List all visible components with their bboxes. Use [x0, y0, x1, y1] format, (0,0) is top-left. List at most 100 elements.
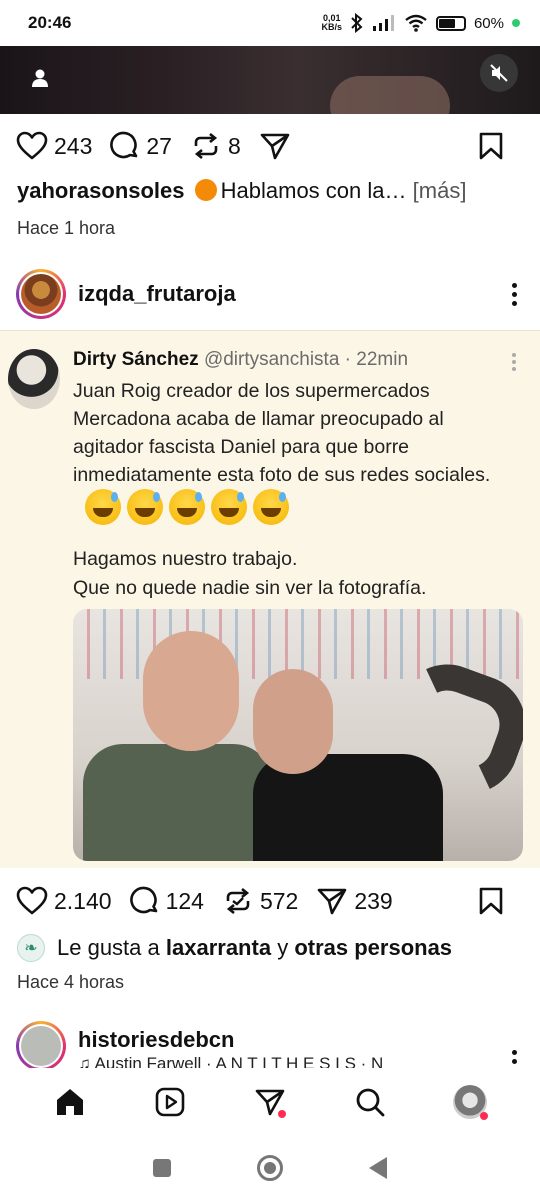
- tweet-line-3: Que no quede nadie sin ver la fotografía…: [73, 577, 427, 599]
- bookmark-icon: [479, 132, 503, 160]
- liked-by-others[interactable]: otras personas: [294, 935, 452, 961]
- nav-messages[interactable]: [248, 1080, 292, 1124]
- avatar[interactable]: [16, 269, 66, 319]
- sweat-smile-emoji: [169, 489, 205, 525]
- tweet-text-secondary: Hagamos nuestro trabajo. Que no quede na…: [73, 545, 513, 603]
- post-timestamp: Hace 4 horas: [17, 972, 125, 992]
- reels-icon: [155, 1087, 185, 1117]
- tweet-text-main: Juan Roig creador de los supermercados M…: [73, 380, 491, 486]
- share-button[interactable]: 239: [316, 886, 393, 916]
- notification-dot: [480, 1112, 488, 1120]
- repost-button[interactable]: 8: [190, 131, 241, 161]
- save-button[interactable]: [478, 886, 504, 916]
- repost-icon: [194, 132, 218, 160]
- nav-profile[interactable]: [448, 1080, 492, 1124]
- more-options-icon[interactable]: [504, 282, 524, 306]
- comment-icon: [129, 886, 157, 914]
- heart-icon: [16, 886, 48, 915]
- post-actions: 2.140 124 572 239: [16, 881, 522, 921]
- comment-count: 124: [165, 887, 204, 914]
- liker-avatar: ❧: [17, 934, 45, 962]
- post-username[interactable]: izqda_frutaroja: [78, 281, 236, 307]
- sweat-smile-emoji: [127, 489, 163, 525]
- bottom-nav: [0, 1068, 540, 1136]
- status-icons: 0,01 KB/s 60%: [321, 13, 520, 33]
- liked-by-user[interactable]: laxarranta: [166, 935, 271, 961]
- post-media-tweet-screenshot[interactable]: Dirty Sánchez @dirtysanchista · 22min Ju…: [0, 330, 540, 868]
- avatar[interactable]: [16, 1021, 66, 1071]
- send-icon: [318, 888, 347, 915]
- tweet-handle: @dirtysanchista · 22min: [203, 349, 409, 370]
- signal-icon: [372, 15, 394, 31]
- nav-home[interactable]: [48, 1080, 92, 1124]
- comment-button[interactable]: 124: [129, 886, 204, 916]
- back-button[interactable]: [369, 1156, 387, 1179]
- tweet-author-name: Dirty Sánchez: [73, 349, 199, 370]
- post-header: izqda_frutaroja: [16, 268, 524, 320]
- sweat-smile-emoji: [211, 489, 247, 525]
- share-button[interactable]: [259, 131, 291, 161]
- search-icon: [356, 1088, 385, 1117]
- battery-icon: [435, 15, 466, 31]
- tweet-more-icon: [512, 353, 516, 371]
- nav-reels[interactable]: [148, 1080, 192, 1124]
- home-icon: [57, 1089, 83, 1115]
- tweet-header: Dirty Sánchez @dirtysanchista · 22min: [73, 349, 408, 371]
- sweat-smile-emoji-row: [85, 489, 289, 525]
- liked-by-line[interactable]: ❧ Le gusta a laxarranta y otras personas: [17, 934, 452, 962]
- music-note-icon: ♫: [78, 1054, 91, 1068]
- status-bar: 20:46 0,01 KB/s 60%: [0, 0, 540, 46]
- like-count: 243: [54, 132, 93, 159]
- post-timestamp: Hace 1 hora: [17, 218, 116, 238]
- wifi-icon: [405, 14, 427, 32]
- sweat-smile-emoji: [85, 489, 121, 525]
- repost-count: 572: [259, 887, 299, 914]
- save-button[interactable]: [478, 131, 504, 161]
- tagged-user-icon[interactable]: [22, 60, 58, 96]
- net-speed: 0,01 KB/s: [321, 14, 342, 32]
- comment-button[interactable]: 27: [110, 131, 172, 161]
- share-count: 239: [354, 887, 393, 914]
- sweat-smile-emoji: [253, 489, 289, 525]
- orange-circle-emoji: [194, 179, 217, 201]
- comment-count: 27: [146, 132, 172, 159]
- post-caption[interactable]: yahorasonsoles Hablamos con la… [más]: [17, 178, 466, 204]
- caption-text: Hablamos con la…: [220, 178, 407, 203]
- caption-more-link[interactable]: [más]: [413, 178, 467, 203]
- tweet-text: Juan Roig creador de los supermercados M…: [73, 377, 513, 525]
- net-speed-unit: KB/s: [321, 22, 342, 32]
- bluetooth-icon: [351, 13, 363, 33]
- post-media-video[interactable]: [0, 46, 540, 114]
- like-button[interactable]: 2.140: [16, 886, 112, 916]
- battery-percent: 60%: [473, 14, 504, 32]
- liked-by-join: y: [277, 935, 289, 960]
- muted-audio-icon[interactable]: [480, 54, 518, 92]
- tweet-line-2: Hagamos nuestro trabajo.: [73, 548, 298, 570]
- post-username[interactable]: historiesdebcn: [78, 1027, 234, 1053]
- liked-by-prefix: Le gusta a: [57, 935, 160, 960]
- status-time: 20:46: [28, 13, 72, 32]
- recents-button[interactable]: [153, 1158, 171, 1177]
- like-button[interactable]: 243: [16, 131, 92, 161]
- send-icon: [260, 133, 290, 160]
- tweet-photo: [73, 609, 523, 861]
- repost-button[interactable]: 572: [222, 886, 298, 916]
- privacy-indicator-dot: [512, 19, 520, 27]
- home-button[interactable]: [257, 1154, 283, 1181]
- music-track: Austin Farwell · A N T I T H E S I S · N: [94, 1054, 384, 1068]
- comment-icon: [110, 131, 138, 159]
- bookmark-icon: [479, 887, 503, 915]
- photo-person-left-head: [143, 631, 239, 751]
- system-nav-bar: [0, 1136, 540, 1199]
- heart-icon: [16, 131, 48, 160]
- nav-search[interactable]: [348, 1080, 392, 1124]
- photo-person-left: [83, 744, 273, 861]
- notification-dot: [278, 1110, 286, 1118]
- post-music-label[interactable]: ♫ Austin Farwell · A N T I T H E S I S ·…: [78, 1054, 458, 1068]
- post-actions: 243 27 8: [16, 126, 522, 166]
- repost-check-icon: [226, 887, 250, 915]
- caption-username[interactable]: yahorasonsoles: [17, 178, 185, 203]
- photo-person-right-head: [253, 669, 333, 774]
- like-count: 2.140: [54, 887, 112, 914]
- tweet-author-avatar: [8, 349, 60, 409]
